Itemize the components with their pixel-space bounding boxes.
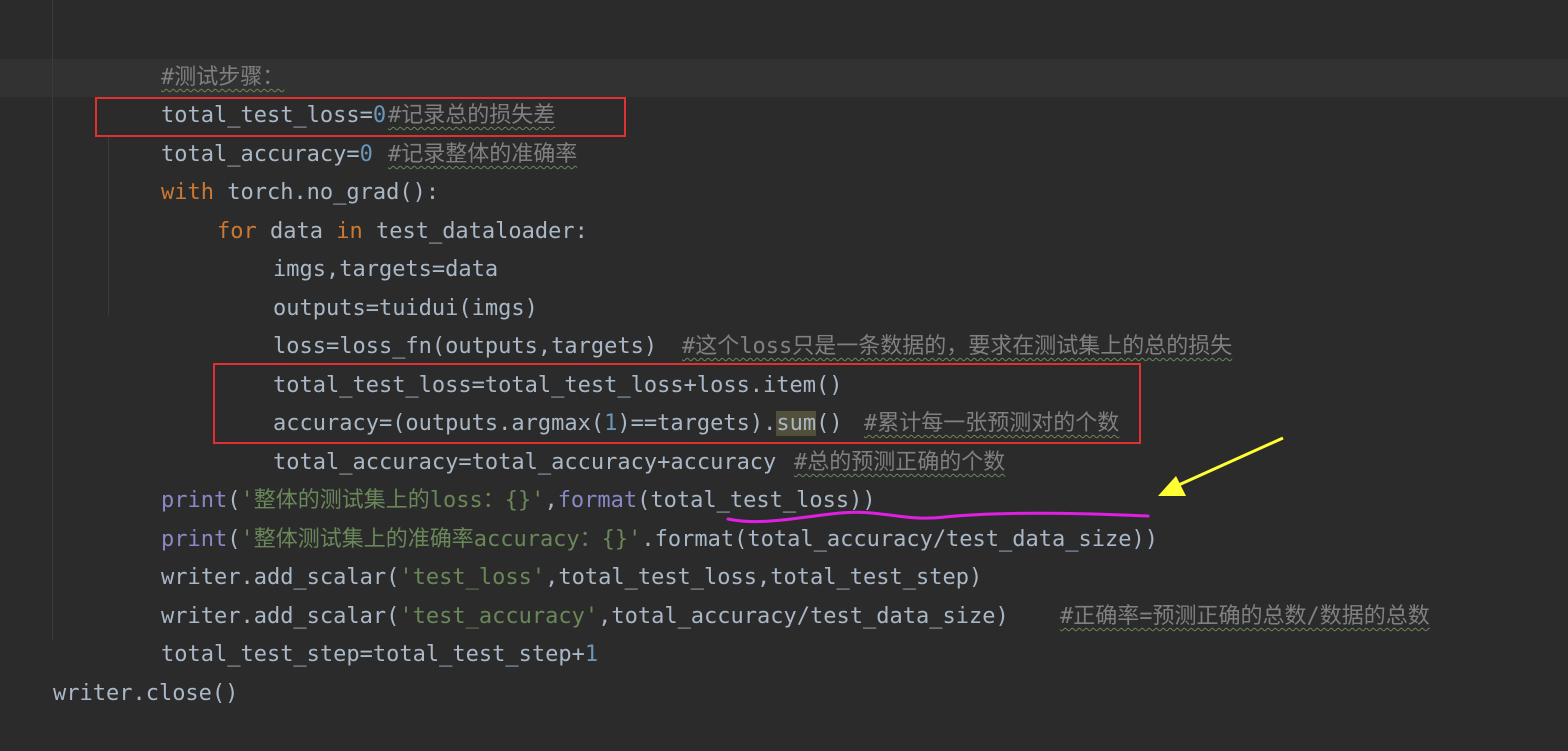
arrow-shaft bbox=[1171, 436, 1284, 490]
highlight-underline bbox=[726, 510, 1150, 524]
code-editor[interactable]: #测试步骤： total_test_loss=0 #记录总的损失差 total_a… bbox=[0, 0, 1568, 706]
arrow-icon bbox=[1158, 476, 1186, 496]
annotation-overlay bbox=[726, 436, 1284, 524]
